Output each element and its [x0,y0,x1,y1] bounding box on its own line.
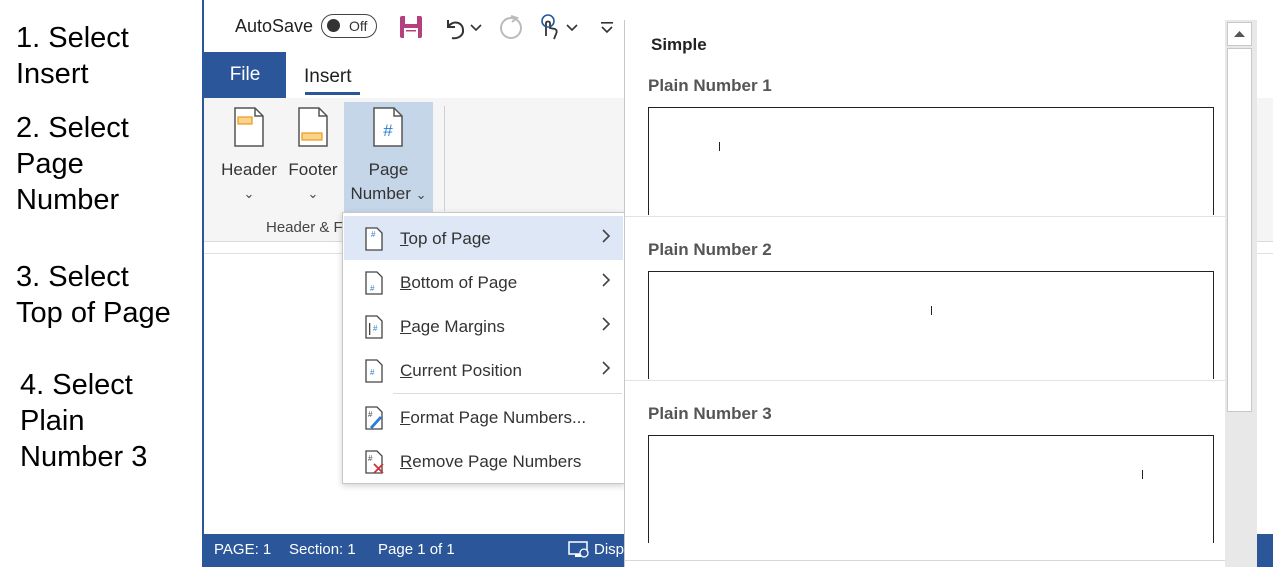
page-number-gallery: Simple Plain Number 1 Plain Number 2 Pla… [624,20,1257,568]
gallery-option-plain-number-1[interactable] [648,107,1214,215]
undo-dropdown-icon[interactable] [468,12,484,42]
status-page-of[interactable]: Page 1 of 1 [378,541,455,558]
step-1-text: 1. Select Insert [16,22,129,90]
gallery-option-plain-number-3[interactable] [648,435,1214,543]
active-tab-indicator [305,92,360,95]
menu-item-label: Current Position [400,361,522,380]
svg-text:#: # [371,230,376,239]
scroll-thumb[interactable] [1227,48,1252,412]
format-page-numbers-icon: # [365,406,383,430]
customize-qat-icon[interactable] [598,12,616,42]
gallery-divider [625,380,1227,381]
gallery-heading: Simple [651,35,707,54]
menu-item-bottom-of-page[interactable]: # Bottom of Page [344,260,623,304]
menu-item-label: Remove Page Numbers [400,452,582,471]
touch-mode-icon[interactable] [534,12,564,42]
save-icon[interactable] [396,12,426,42]
status-page[interactable]: PAGE: 1 [214,541,271,558]
chevron-up-icon [1234,31,1245,37]
redo-icon[interactable] [496,12,526,42]
tab-file[interactable]: File [204,52,286,98]
menu-item-label: Format Page Numbers... [400,408,587,427]
page-number-icon: # [373,107,403,147]
header-label: Header [221,160,277,179]
page-number-marker [719,142,720,151]
gallery-scrollbar[interactable] [1225,20,1257,567]
footer-icon [298,107,328,147]
step-2-text: 2. Select Page Number [16,112,129,216]
chevron-down-icon: ⌄ [243,186,255,201]
menu-item-label: Page Margins [400,317,505,336]
undo-icon[interactable] [440,12,470,42]
chevron-down-icon: ⌄ [415,187,427,202]
top-of-page-icon: # [365,227,383,251]
svg-text:#: # [373,324,378,333]
menu-item-page-margins[interactable]: # Page Margins [344,304,623,348]
menu-separator [393,393,622,394]
svg-text:#: # [370,368,375,377]
status-section[interactable]: Section: 1 [289,541,356,558]
toggle-knob [327,19,340,32]
autosave-label: AutoSave [235,16,314,36]
svg-text:#: # [368,410,373,419]
page-number-marker [931,306,932,315]
page-number-button[interactable]: # Page Number ⌄ [344,102,433,212]
svg-text:#: # [370,284,375,293]
svg-text:#: # [383,121,393,140]
display-settings-icon[interactable] [568,541,590,559]
chevron-right-icon [602,229,611,243]
page-number-menu: # Top of Page # Bottom of Page # Page Ma… [342,212,625,484]
group-label-header-footer: Header & F [266,219,343,236]
page-number-label-line1: Page [368,160,409,179]
autosave-toggle[interactable]: Off [321,14,377,38]
remove-page-numbers-icon: # [365,450,384,474]
group-separator [444,106,445,211]
gallery-option-title: Plain Number 2 [648,240,772,259]
tab-insert[interactable]: Insert [304,66,352,88]
gallery-option-title: Plain Number 3 [648,404,772,423]
page-margins-icon: # [365,315,383,339]
touch-dropdown-icon[interactable] [564,12,580,42]
svg-text:#: # [368,454,373,463]
footer-label: Footer [288,160,338,179]
header-icon [234,107,264,147]
menu-item-current-position[interactable]: # Current Position [344,348,623,392]
page-number-marker [1142,470,1143,479]
menu-item-top-of-page[interactable]: # Top of Page [344,216,623,260]
chevron-down-icon: ⌄ [307,186,319,201]
gallery-divider [625,216,1227,217]
chevron-right-icon [602,317,611,331]
menu-item-label: Top of Page [400,229,491,248]
header-button[interactable]: Header ⌄ [218,102,280,212]
menu-item-format-page-numbers[interactable]: # Format Page Numbers... [344,395,623,439]
menu-item-remove-page-numbers[interactable]: # Remove Page Numbers [344,439,623,483]
current-position-icon: # [365,359,383,383]
status-display[interactable]: Disp [594,541,624,558]
autosave-state: Off [349,18,368,34]
gallery-option-title: Plain Number 1 [648,76,772,95]
chevron-right-icon [602,361,611,375]
scroll-up-button[interactable] [1227,22,1252,46]
menu-item-label: Bottom of Page [400,273,518,292]
gallery-option-plain-number-2[interactable] [648,271,1214,379]
chevron-right-icon [602,273,611,287]
step-3-text: 3. Select Top of Page [16,261,171,329]
step-4-text: 4. Select Plain Number 3 [20,369,148,473]
page-number-label-line2: Number ⌄ [350,184,427,203]
bottom-of-page-icon: # [365,271,383,295]
footer-button[interactable]: Footer ⌄ [282,102,344,212]
